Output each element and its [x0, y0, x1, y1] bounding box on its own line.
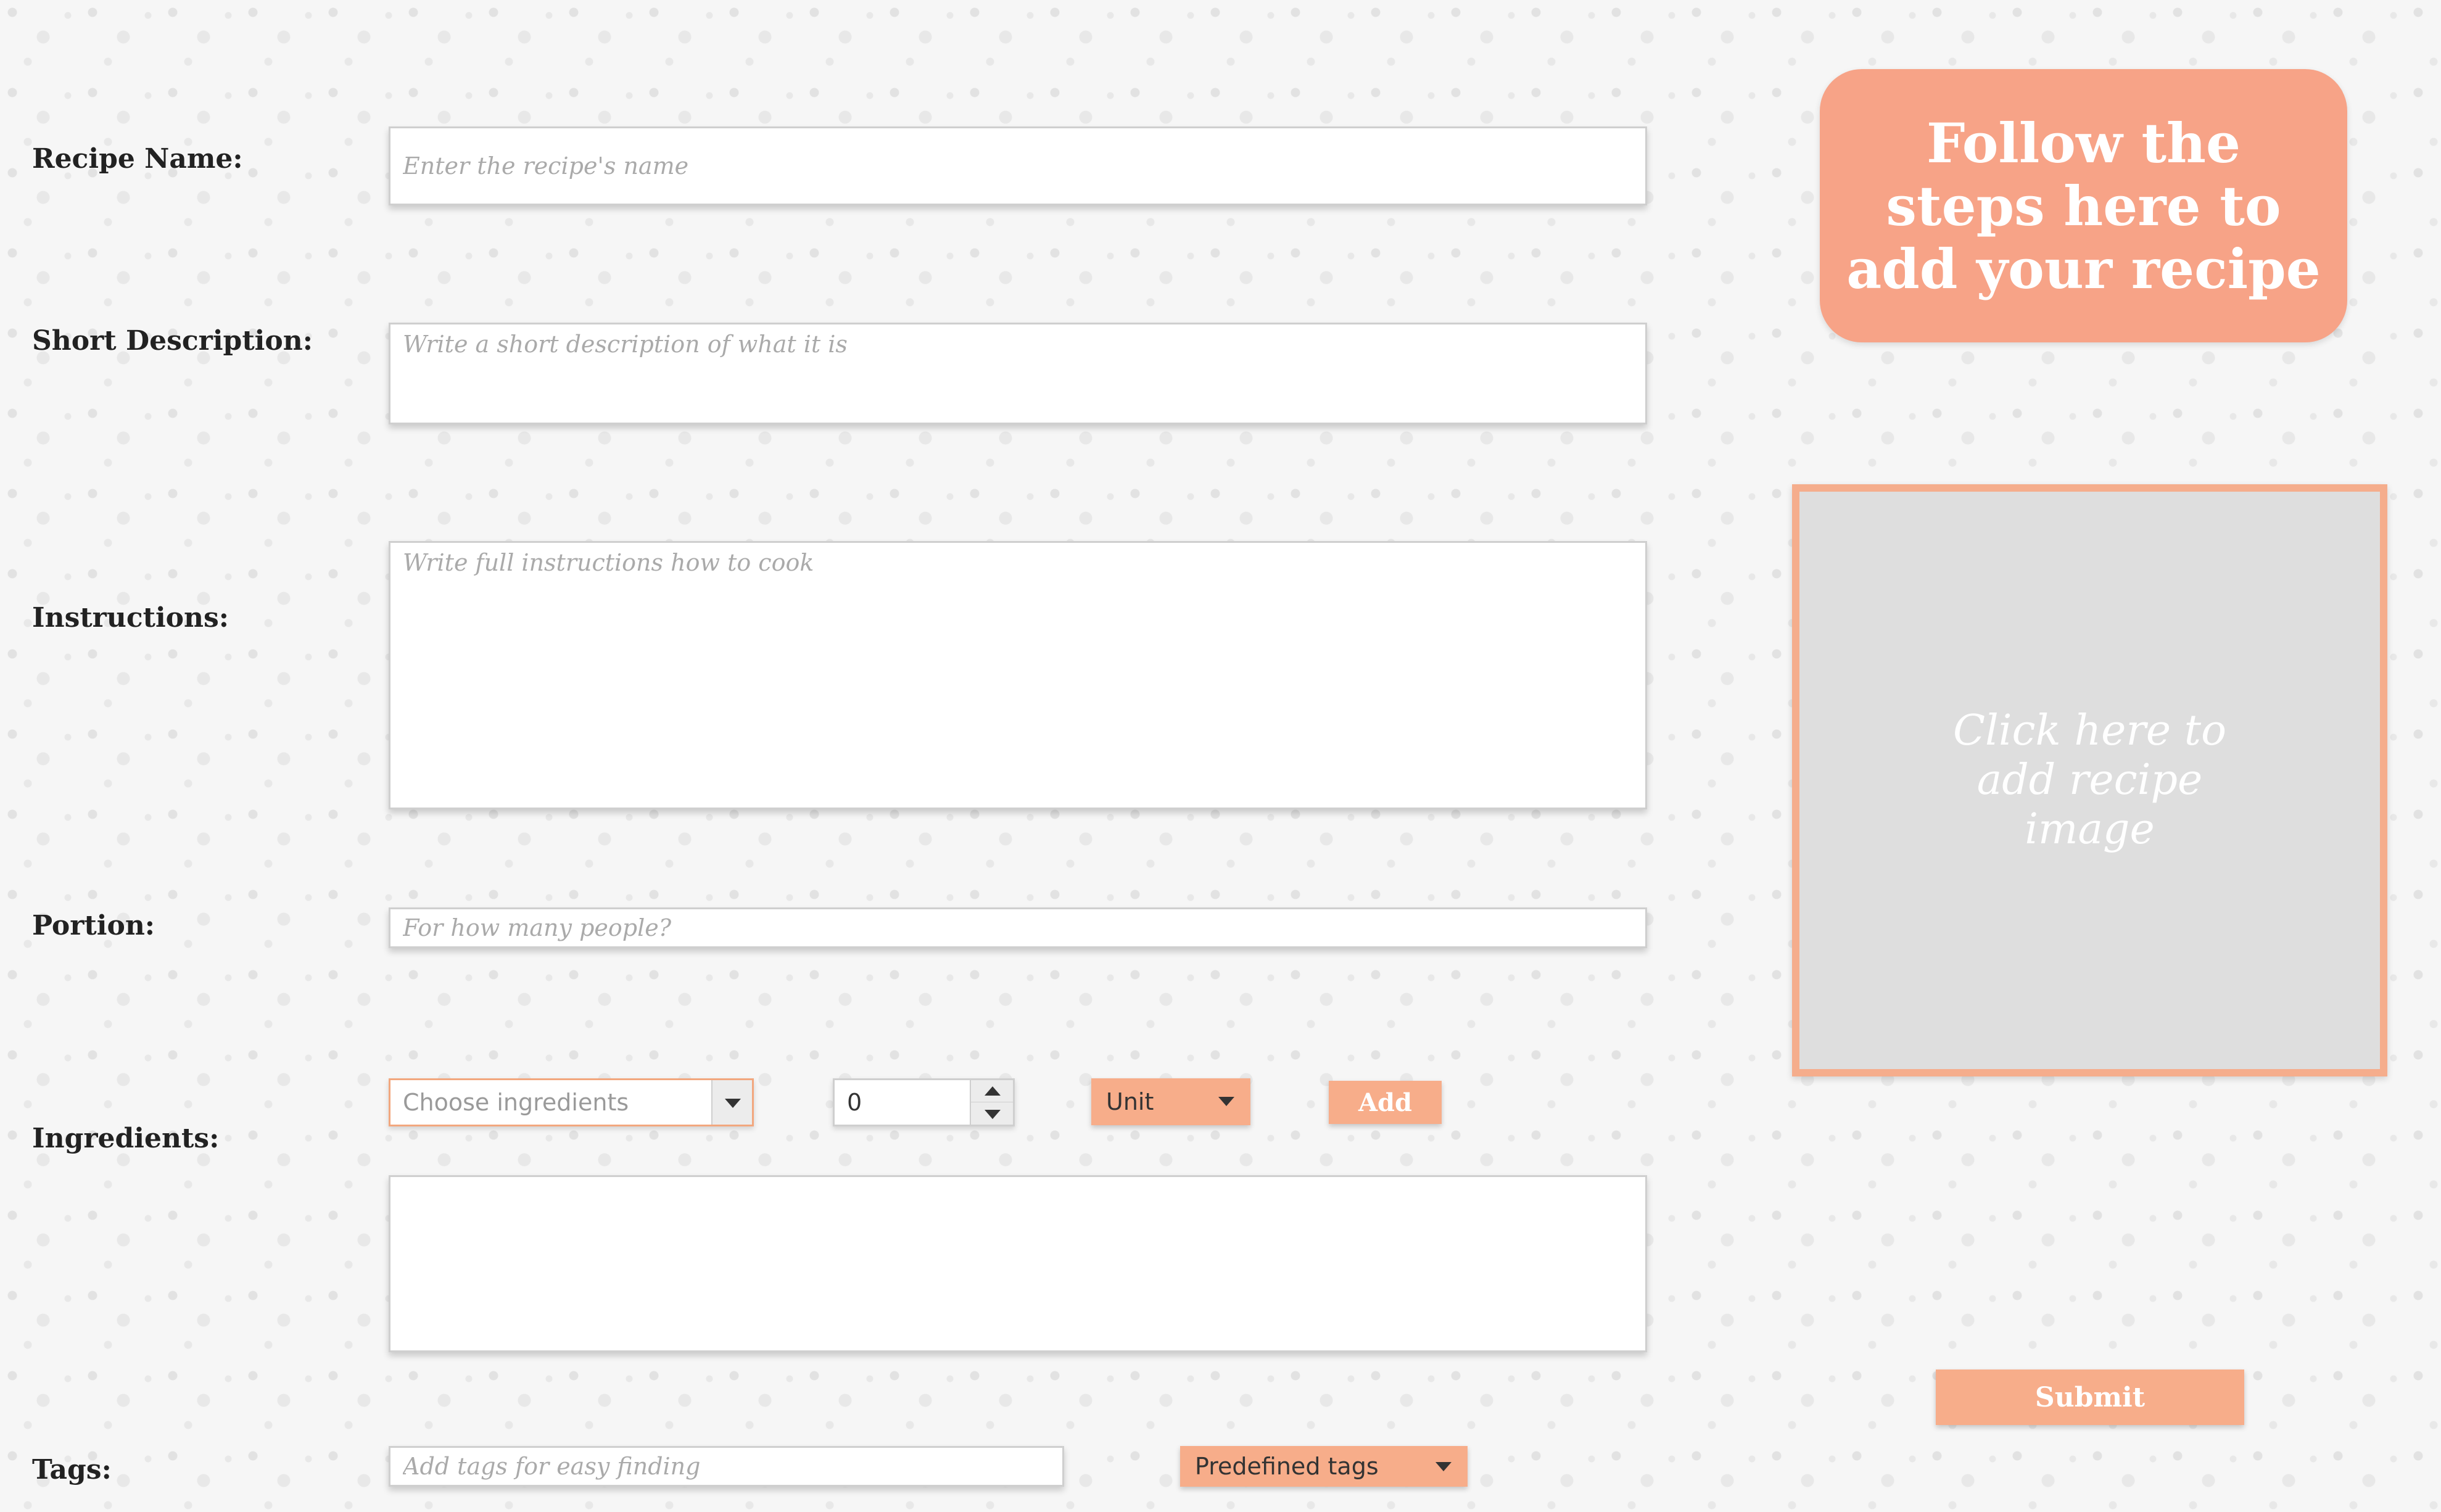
chevron-down-icon	[1435, 1462, 1452, 1471]
submit-button[interactable]: Submit	[1936, 1369, 2244, 1425]
chevron-down-icon	[985, 1110, 1001, 1119]
portion-label: Portion:	[32, 910, 155, 941]
quantity-stepper-buttons	[970, 1080, 1013, 1125]
quantity-increment-button[interactable]	[971, 1080, 1013, 1102]
quantity-stepper[interactable]: 0	[833, 1078, 1015, 1126]
chevron-down-icon	[725, 1099, 741, 1108]
tags-label: Tags:	[32, 1454, 112, 1485]
chevron-down-icon	[1218, 1097, 1234, 1106]
short-description-label: Short Description:	[32, 325, 313, 357]
recipe-name-input[interactable]	[389, 126, 1647, 205]
instructions-banner: Follow the steps here to add your recipe	[1820, 69, 2347, 342]
ingredients-select-button[interactable]	[711, 1080, 752, 1125]
ingredients-list[interactable]	[389, 1175, 1647, 1352]
predefined-tags-text: Predefined tags	[1195, 1453, 1379, 1480]
instructions-label: Instructions:	[32, 602, 229, 634]
short-description-input[interactable]	[389, 323, 1647, 424]
predefined-tags-select[interactable]: Predefined tags	[1180, 1446, 1468, 1487]
instructions-input[interactable]	[389, 541, 1647, 809]
recipe-name-label: Recipe Name:	[32, 143, 243, 175]
unit-select-text: Unit	[1106, 1088, 1154, 1115]
quantity-value: 0	[847, 1089, 862, 1116]
tags-input[interactable]	[389, 1446, 1064, 1487]
banner-text: Follow the steps here to add your recipe	[1846, 110, 2321, 301]
portion-input[interactable]	[389, 907, 1647, 948]
add-ingredient-button[interactable]: Add	[1329, 1081, 1442, 1124]
recipe-image-upload[interactable]: Click here to add recipe image	[1792, 484, 2387, 1076]
image-upload-prompt: Click here to add recipe image	[1952, 706, 2227, 854]
unit-select[interactable]: Unit	[1091, 1078, 1250, 1125]
ingredients-select-text: Choose ingredients	[403, 1089, 629, 1116]
ingredients-select[interactable]: Choose ingredients	[389, 1078, 754, 1126]
quantity-decrement-button[interactable]	[971, 1102, 1013, 1125]
ingredients-label: Ingredients:	[32, 1123, 220, 1154]
chevron-up-icon	[985, 1086, 1001, 1096]
